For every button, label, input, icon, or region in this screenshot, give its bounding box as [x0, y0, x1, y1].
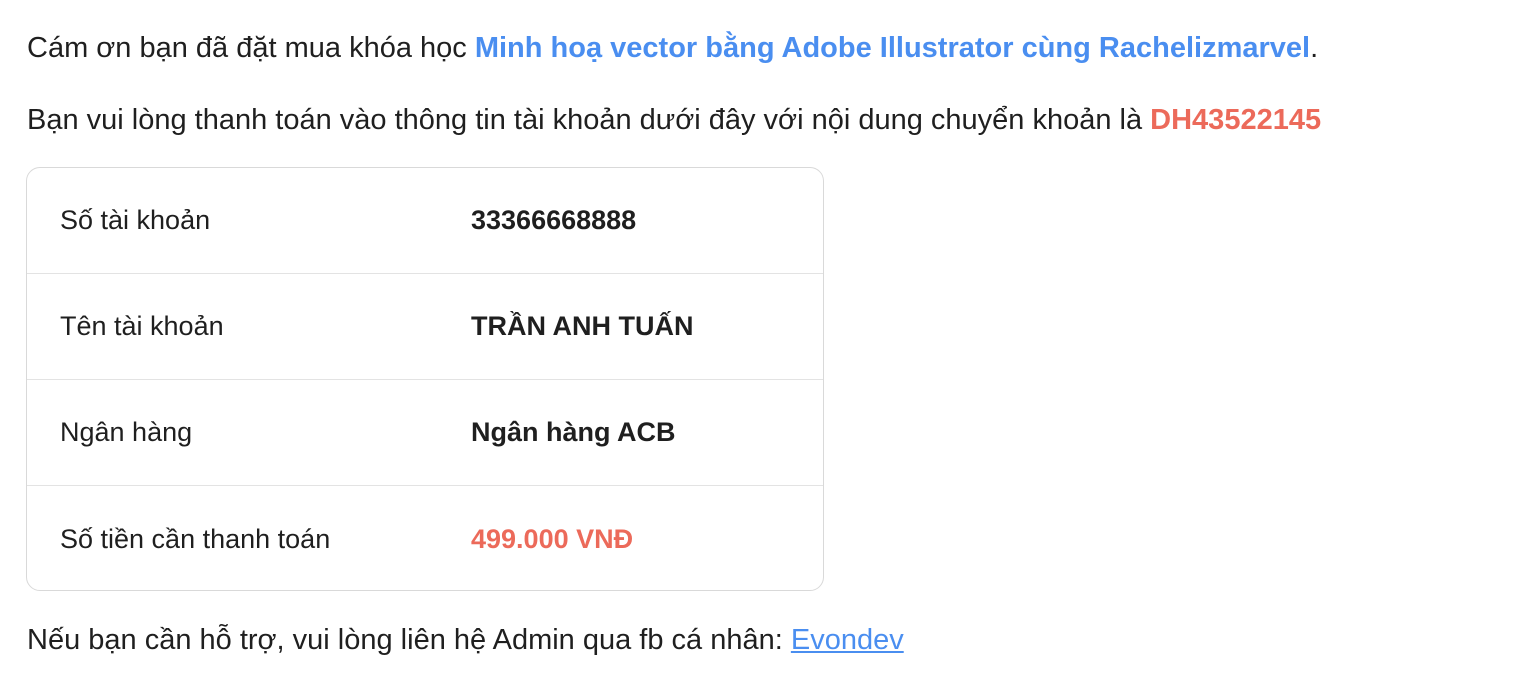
payment-info-table: Số tài khoản 33366668888 Tên tài khoản T…: [26, 167, 824, 591]
account-name-value: TRẦN ANH TUẤN: [471, 311, 694, 341]
account-name-label: Tên tài khoản: [60, 311, 224, 341]
amount-label: Số tiền cần thanh toán: [60, 523, 331, 554]
amount-value: 499.000 VNĐ: [471, 523, 634, 554]
account-number-value: 33366668888: [471, 205, 637, 235]
account-number-row: Số tài khoản 33366668888: [27, 168, 823, 274]
admin-facebook-link[interactable]: Evondev: [791, 624, 904, 656]
support-message: Nếu bạn cần hỗ trợ, vui lòng liên hệ Adm…: [27, 620, 904, 660]
bank-row: Ngân hàng Ngân hàng ACB: [27, 380, 823, 486]
bank-value: Ngân hàng ACB: [471, 417, 676, 447]
course-title-link[interactable]: Minh hoạ vector bằng Adobe Illustrator c…: [475, 32, 1310, 64]
order-code: DH43522145: [1150, 104, 1322, 136]
thank-you-prefix: Cám ơn bạn đã đặt mua khóa học: [27, 32, 475, 64]
account-name-row: Tên tài khoản TRẦN ANH TUẤN: [27, 274, 823, 380]
bank-label: Ngân hàng: [60, 417, 193, 447]
account-number-label: Số tài khoản: [60, 205, 211, 235]
payment-instruction: Bạn vui lòng thanh toán vào thông tin tà…: [27, 100, 1321, 140]
thank-you-message: Cám ơn bạn đã đặt mua khóa học Minh hoạ …: [27, 28, 1318, 68]
amount-row: Số tiền cần thanh toán 499.000 VNĐ: [27, 486, 823, 590]
payment-instruction-text: Bạn vui lòng thanh toán vào thông tin tà…: [27, 104, 1151, 136]
support-text: Nếu bạn cần hỗ trợ, vui lòng liên hệ Adm…: [27, 624, 791, 656]
thank-you-suffix: .: [1310, 32, 1319, 64]
